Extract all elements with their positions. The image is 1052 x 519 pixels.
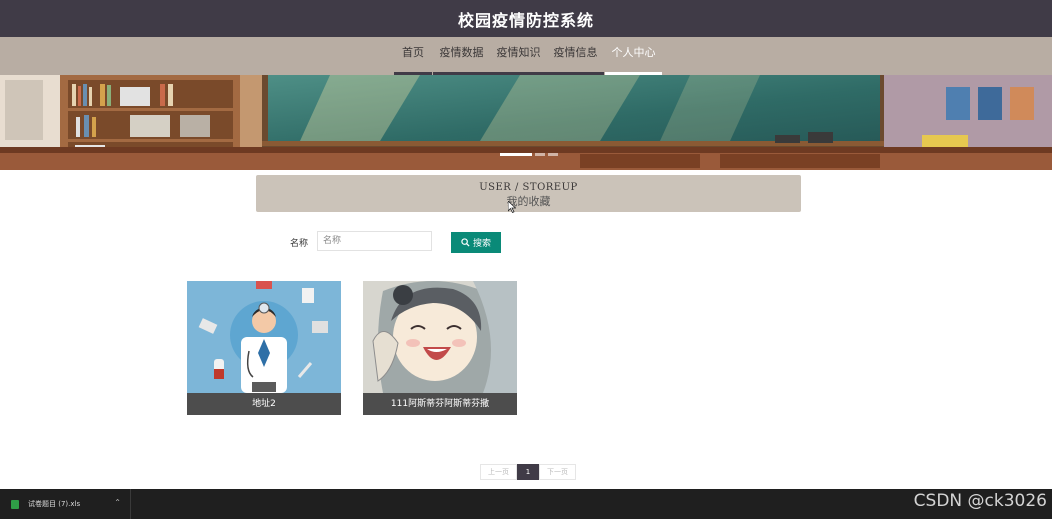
- favorite-card[interactable]: 地址2: [187, 281, 341, 415]
- search-icon: [461, 238, 470, 247]
- doctor-illustration: [187, 281, 341, 393]
- search-button-label: 搜索: [472, 239, 491, 249]
- card-caption: 地址2: [187, 393, 341, 415]
- nav-item-personal-center[interactable]: 个人中心: [605, 37, 662, 75]
- card-thumbnail: [363, 281, 517, 393]
- excel-file-icon: [11, 499, 19, 509]
- search-label: 名称: [290, 239, 309, 249]
- section-title-en: USER / STOREUP: [479, 182, 578, 193]
- next-page-button[interactable]: 下一页: [539, 464, 576, 480]
- card-thumbnail: [187, 281, 341, 393]
- nav-item-epidemic-knowledge[interactable]: 疫情知识: [490, 37, 547, 75]
- csdn-watermark: CSDN @ck3026: [913, 491, 1047, 511]
- main-nav: 首页 疫情数据 疫情知识 疫情信息 个人中心: [0, 37, 1052, 75]
- site-header: 校园疫情防控系统: [0, 0, 1052, 37]
- nav-item-home-label: 首页: [402, 46, 424, 59]
- site-title: 校园疫情防控系统: [457, 10, 594, 30]
- search-input[interactable]: [317, 231, 432, 251]
- nav-item-epidemic-knowledge-label: 疫情知识: [496, 46, 541, 59]
- nav-item-epidemic-info[interactable]: 疫情信息: [547, 37, 604, 75]
- download-item[interactable]: 试卷题目 (7).xls ⌃: [0, 489, 131, 519]
- download-bar: 试卷题目 (7).xls ⌃: [0, 489, 1052, 519]
- search-button[interactable]: 搜索: [451, 232, 501, 253]
- section-title-box: USER / STOREUP 我的收藏: [256, 175, 801, 212]
- page-number-current[interactable]: 1: [517, 464, 539, 480]
- card-caption: 111阿斯蒂芬阿斯蒂芬撒: [363, 393, 517, 415]
- chevron-up-icon[interactable]: ⌃: [114, 498, 121, 507]
- pagination: 上一页 1 下一页: [480, 464, 576, 480]
- carousel-indicators: [500, 153, 558, 156]
- nav-item-epidemic-data-label: 疫情数据: [439, 46, 484, 59]
- download-file-name: 试卷题目 (7).xls: [28, 500, 81, 508]
- nav-item-personal-center-label: 个人中心: [611, 46, 656, 59]
- prev-page-button[interactable]: 上一页: [480, 464, 517, 480]
- favorite-card[interactable]: 111阿斯蒂芬阿斯蒂芬撒: [363, 281, 517, 415]
- carousel-dot[interactable]: [535, 153, 545, 156]
- mouse-cursor-icon: [508, 201, 516, 213]
- nav-item-home[interactable]: 首页: [394, 37, 432, 75]
- carousel-dot[interactable]: [500, 153, 532, 156]
- carousel-dot[interactable]: [548, 153, 558, 156]
- nav-item-epidemic-info-label: 疫情信息: [553, 46, 598, 59]
- nav-item-epidemic-data[interactable]: 疫情数据: [433, 37, 490, 75]
- anime-girl-illustration: [363, 281, 517, 393]
- section-title-cn: 我的收藏: [506, 195, 551, 208]
